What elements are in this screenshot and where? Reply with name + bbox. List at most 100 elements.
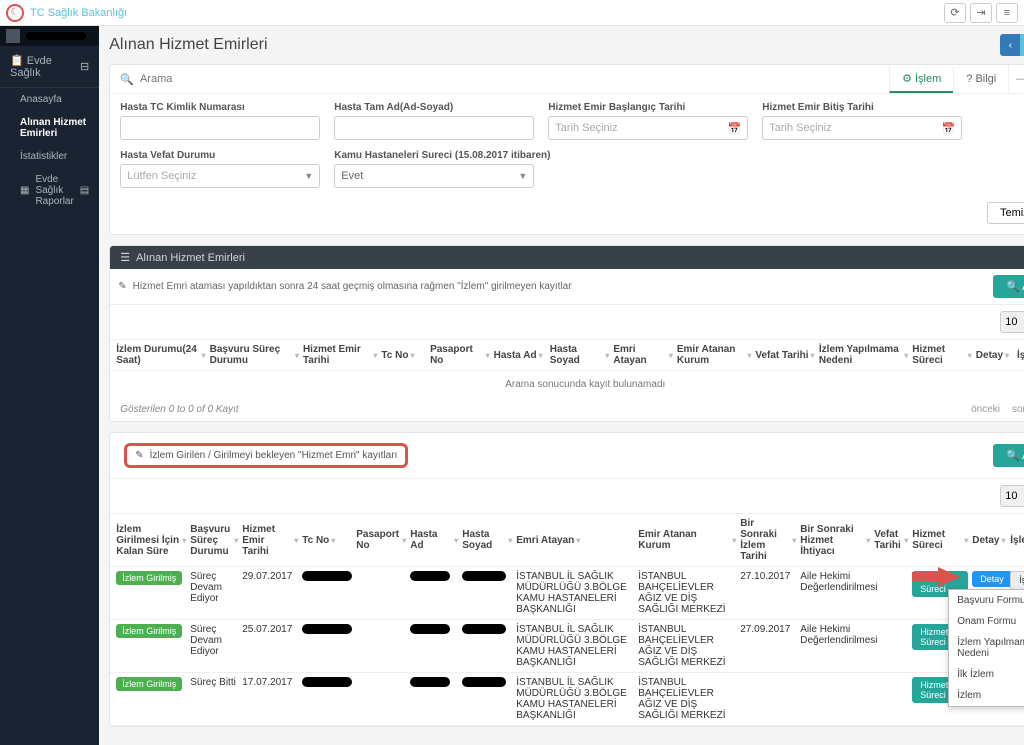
grid2-pagesize[interactable]: 10 [1000,485,1024,507]
sidebar-item-raporlar-label: Evde Sağlık Raporlar [35,174,73,207]
grid1-pagesize[interactable]: 10 [1000,311,1024,333]
select-kamu[interactable]: Evet ▼ [334,164,534,188]
kurum-cell: İSTANBUL BAHÇELİEVLER AĞIZ VE DİŞ SAĞLIĞ… [638,677,736,721]
detay-button[interactable]: Detay [972,571,1012,587]
back-button[interactable]: ‹ Geri [1000,34,1024,56]
main: Alınan Hizmet Emirleri ‹ Geri 🔍 ⚙ İşlem … [99,26,1024,745]
edit-icon: ✎ [118,281,126,292]
sidebar-header[interactable]: 📋 Evde Sağlık ⊟ [0,46,99,88]
label-baslangic: Hizmet Emir Başlangıç Tarihi [548,102,748,113]
grid2-panel: ✎ İzlem Girilen / Girilmeyi bekleyen "Hi… [109,432,1024,727]
tarih-cell: 25.07.2017 [242,624,298,635]
temizle-button[interactable]: Temizle [987,202,1024,224]
tarih-cell: 29.07.2017 [242,571,298,582]
redacted-tcno [302,677,352,687]
redacted-soyad [462,677,506,687]
back-label: Geri [1020,34,1024,56]
sonraki1-cell: 27.10.2017 [740,571,796,582]
tab-bilgi[interactable]: ? Bilgi [953,67,1008,91]
kurum-cell: İSTANBUL BAHÇELİEVLER AĞIZ VE DİŞ SAĞLIĞ… [638,571,736,615]
logo-area: ☾ TC Sağlık Bakanlığı [6,4,127,22]
badge-icon: ▤ [80,185,89,196]
menu-basvuru-formu[interactable]: Başvuru Formu [949,590,1024,611]
label-ad: Hasta Tam Ad(Ad-Soyad) [334,102,534,113]
grid2-note: İzlem Girilen / Girilmeyi bekleyen "Hizm… [150,450,398,461]
topbar: ☾ TC Sağlık Bakanlığı ⟳ ⇥ ≡ [0,0,1024,26]
input-ad[interactable] [334,116,534,140]
app-name: TC Sağlık Bakanlığı [30,7,127,19]
redacted-soyad [462,624,506,634]
grid-icon: ▦ [20,185,29,196]
grid1-prev[interactable]: önceki [965,402,1006,417]
menu-ilk-izlem[interactable]: İlk İzlem [949,664,1024,685]
chevron-down-icon: ▼ [304,171,313,181]
menu-onam-formu[interactable]: Onam Formu [949,611,1024,632]
chevron-down-icon: ▼ [518,171,527,181]
redacted-tcno [302,571,352,581]
select-vefat[interactable]: Lütfen Seçiniz ▼ [120,164,320,188]
label-bitis: Hizmet Emir Bitiş Tarihi [762,102,962,113]
filter-panel: 🔍 ⚙ İşlem ? Bilgi — ⤢ Hasta TC Kimlik Nu… [109,64,1024,235]
username-redacted [26,32,86,40]
menu-button[interactable]: ≡ [996,3,1018,23]
avatar [6,29,20,43]
izlem-badge: İzlem Girilmiş [116,677,182,691]
grid2-ara-button[interactable]: 🔍 Ara [993,444,1024,467]
logout-button[interactable]: ⇥ [970,3,992,23]
logo-icon: ☾ [6,4,24,22]
surec-cell: Süreç Devam Ediyor [190,624,238,657]
calendar-icon: 📅 [942,122,956,135]
atayan-cell: İSTANBUL İL SAĞLIK MÜDÜRLÜĞÜ 3.BÖLGE KAM… [516,571,634,615]
kurum-cell: İSTANBUL BAHÇELİEVLER AĞIZ VE DİŞ SAĞLIĞ… [638,624,736,668]
atayan-cell: İSTANBUL İL SAĞLIK MÜDÜRLÜĞÜ 3.BÖLGE KAM… [516,677,634,721]
sidebar-header-label: Evde Sağlık [10,55,52,79]
search-icon: 🔍 [120,73,134,86]
sonraki2-cell: Aile Hekimi Değerlendirilmesi [800,624,870,646]
menu-izlem[interactable]: İzlem [949,685,1024,706]
izlem-badge: İzlem Girilmiş [116,571,182,585]
tab-islem[interactable]: ⚙ İşlem [889,66,953,93]
grid2-note-highlight: ✎ İzlem Girilen / Girilmeyi bekleyen "Hi… [124,443,408,468]
bitis-placeholder: Tarih Seçiniz [769,122,831,134]
grid1-empty: Arama sonucunda kayıt bulunamadı [110,371,1024,398]
grid1-next[interactable]: sonraki [1006,402,1024,417]
caret-left-icon: ‹ [1000,34,1020,56]
table-row: İzlem Girilmiş Süreç Bitti 17.07.2017 İS… [110,673,1024,726]
user-box [0,26,99,46]
table-row: İzlem Girilmiş Süreç Devam Ediyor 25.07.… [110,620,1024,673]
calendar-icon: 📅 [728,122,742,135]
sidebar-item-alinan-hizmet-emirleri[interactable]: Alınan Hizmet Emirleri [0,111,99,145]
tarih-cell: 17.07.2017 [242,677,298,688]
input-baslangic[interactable]: Tarih Seçiniz 📅 [548,116,748,140]
sidebar-item-anasayfa[interactable]: Anasayfa [0,88,99,111]
redacted-tcno [302,624,352,634]
input-bitis[interactable]: Tarih Seçiniz 📅 [762,116,962,140]
search-input[interactable] [140,73,879,85]
label-kamu: Kamu Hastaneleri Sureci (15.08.2017 itib… [334,150,550,161]
sidebar-collapse-icon[interactable]: ⊟ [80,60,89,73]
sidebar-item-istatistikler[interactable]: İstatistikler [0,145,99,168]
input-tc[interactable] [120,116,320,140]
table-row: İzlem Girilmiş Süreç Devam Ediyor 29.07.… [110,567,1024,620]
grid2-thead: İzlem Girilmesi İçin Kalan Süre▾ Başvuru… [110,513,1024,567]
redacted-soyad [462,571,506,581]
grid1-ara-button[interactable]: 🔍 Ara [993,275,1024,298]
label-vefat: Hasta Vefat Durumu [120,150,320,161]
islemler-dropdown: Başvuru Formu Onam Formu İzlem Yapılmama… [948,589,1024,707]
izlem-badge: İzlem Girilmiş [116,624,182,638]
menu-izlem-yapilmama[interactable]: İzlem Yapılmama Nedeni [949,632,1024,664]
vefat-value: Lütfen Seçiniz [127,170,196,182]
minimize-icon[interactable]: — [1008,65,1024,93]
redacted-ad [410,624,450,634]
grid1-panel: ☰ Alınan Hizmet Emirleri ✎Hizmet Emri at… [109,245,1024,422]
list-icon: ☰ [120,251,130,264]
grid1-thead: İzlem Durumu(24 Saat)▾ Başvuru Süreç Dur… [110,339,1024,371]
sonraki2-cell: Aile Hekimi Değerlendirilmesi [800,571,870,593]
atayan-cell: İSTANBUL İL SAĞLIK MÜDÜRLÜĞÜ 3.BÖLGE KAM… [516,624,634,668]
refresh-button[interactable]: ⟳ [944,3,966,23]
redacted-ad [410,677,450,687]
label-tc: Hasta TC Kimlik Numarası [120,102,320,113]
grid1-header: ☰ Alınan Hizmet Emirleri [110,246,1024,269]
islemler-button[interactable]: İşlemler▾ [1010,571,1024,590]
sidebar-item-raporlar[interactable]: ▦ Evde Sağlık Raporlar ▤ [0,168,99,213]
